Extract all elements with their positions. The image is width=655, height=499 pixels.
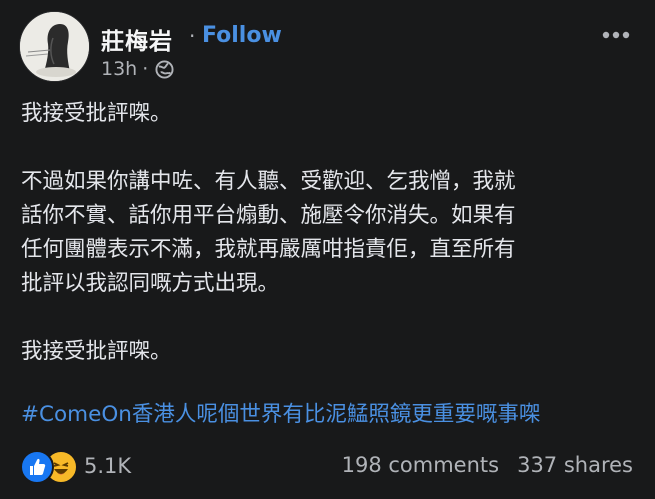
comments-count[interactable]: 198 comments — [342, 453, 499, 477]
globe-icon[interactable] — [155, 59, 174, 79]
name-separator: · — [189, 24, 196, 48]
reactions-summary[interactable]: 5.1K — [20, 450, 132, 484]
post-paragraph: 我接受批評㗎。 — [21, 101, 172, 126]
post-paragraph: 任何團體表示不滿，我就再嚴厲咁指責佢，直至所有 — [21, 237, 516, 262]
author-avatar[interactable] — [19, 11, 90, 82]
like-icon — [20, 450, 54, 484]
post-paragraph: 不過如果你講中咗、有人聽、受歡迎、乞我憎，我就 — [21, 169, 516, 194]
post-paragraph: 話你不實、話你用平台煽動、施壓令你消失。如果有 — [21, 203, 516, 228]
hashtag-link[interactable]: #ComeOn香港人呢個世界有比泥鯭照鏡更重要嘅事㗎 — [21, 398, 540, 432]
avatar-image — [20, 12, 89, 81]
shares-count[interactable]: 337 shares — [517, 453, 633, 477]
facebook-post: 莊梅岩 · Follow 13h · 我接受批評㗎。 不過如果你講中咗、有人聽、… — [0, 0, 655, 499]
follow-button[interactable]: Follow — [202, 23, 282, 48]
post-paragraph: 批評以我認同嘅方式出現。 — [21, 271, 280, 296]
post-meta: 13h · — [101, 58, 174, 80]
more-horizontal-icon[interactable] — [601, 26, 631, 39]
post-body: 我接受批評㗎。 不過如果你講中咗、有人聽、受歡迎、乞我憎，我就 話你不實、話你用… — [21, 97, 636, 369]
timestamp[interactable]: 13h — [101, 58, 137, 80]
reaction-icons — [20, 450, 78, 484]
reaction-count: 5.1K — [84, 454, 132, 478]
post-paragraph: 我接受批評㗎。 — [21, 339, 172, 364]
meta-separator: · — [142, 58, 149, 80]
engagement-stats: 198 comments 337 shares — [342, 453, 633, 477]
author-name[interactable]: 莊梅岩 — [101, 22, 173, 56]
